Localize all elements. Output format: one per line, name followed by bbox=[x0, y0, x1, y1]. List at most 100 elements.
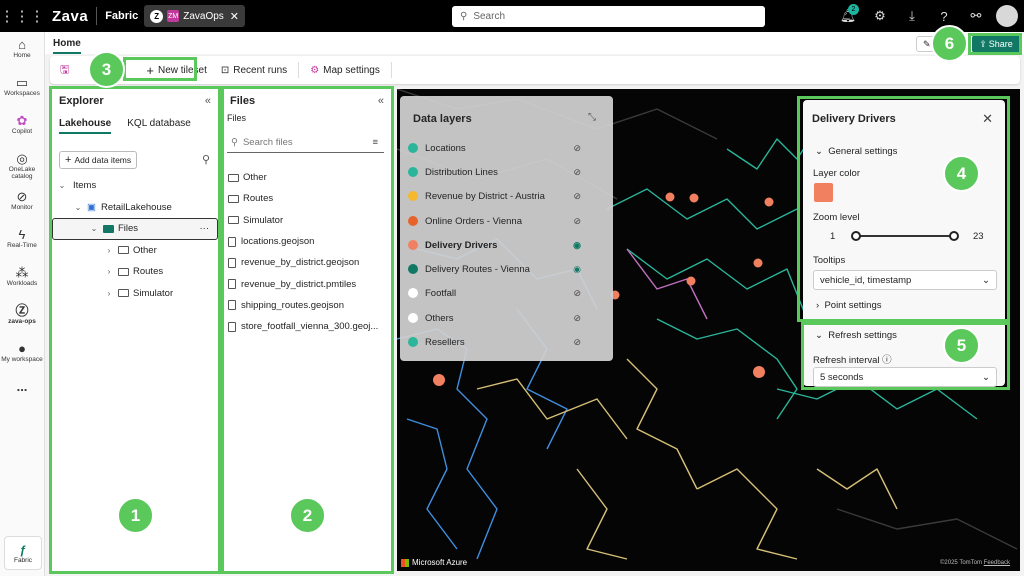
share-button[interactable]: ⇪ Share bbox=[972, 35, 1020, 53]
nav-label: My workspace bbox=[1, 356, 43, 363]
zoom-max-handle[interactable] bbox=[949, 231, 959, 241]
nav-my-workspace[interactable]: ● My workspace bbox=[0, 336, 44, 374]
layer-item-online-orders[interactable]: Online Orders - Vienna ⊘ bbox=[408, 209, 605, 233]
list-item[interactable]: revenue_by_district.pmtiles bbox=[224, 273, 391, 294]
driver-marker[interactable] bbox=[686, 276, 696, 286]
nav-real-time[interactable]: ϟ Real-Time bbox=[0, 222, 44, 260]
layer-item-footfall[interactable]: Footfall ⊘ bbox=[408, 281, 605, 305]
product-name[interactable]: Fabric bbox=[105, 10, 138, 22]
eye-icon[interactable]: ◉ bbox=[573, 240, 581, 251]
search-icon[interactable]: ⚲ bbox=[202, 153, 210, 166]
refresh-interval-dropdown[interactable]: 5 seconds ⌄ bbox=[813, 367, 997, 387]
eye-off-icon[interactable]: ⊘ bbox=[573, 288, 581, 299]
layer-item-distribution-lines[interactable]: Distribution Lines ⊘ bbox=[408, 160, 605, 184]
collapse-icon[interactable]: ⤡ bbox=[588, 112, 596, 123]
tree-folder[interactable]: › Other bbox=[52, 240, 218, 262]
more-options-icon[interactable]: ··· bbox=[200, 223, 210, 234]
tree-items[interactable]: ⌄ Items bbox=[52, 175, 218, 197]
list-item[interactable]: Other bbox=[224, 167, 391, 188]
point-settings-label: Point settings bbox=[824, 300, 882, 311]
list-item[interactable]: revenue_by_district.geojson bbox=[224, 252, 391, 273]
layer-label: Footfall bbox=[425, 287, 457, 299]
zoom-min-handle[interactable] bbox=[851, 231, 861, 241]
eye-icon[interactable]: ◉ bbox=[573, 264, 581, 275]
eye-off-icon[interactable]: ⊘ bbox=[573, 216, 581, 227]
general-settings-toggle[interactable]: ⌄ General settings bbox=[815, 146, 897, 157]
tree-files[interactable]: ⌄ Files ··· bbox=[52, 218, 218, 240]
close-icon[interactable]: ✕ bbox=[230, 10, 239, 23]
close-icon[interactable]: ✕ bbox=[982, 111, 993, 127]
layer-item-resellers[interactable]: Resellers ⊘ bbox=[408, 330, 605, 354]
eye-off-icon[interactable]: ⊘ bbox=[573, 191, 581, 202]
plus-icon: + bbox=[65, 154, 72, 166]
list-item[interactable]: shipping_routes.geojson bbox=[224, 295, 391, 316]
tree-folder[interactable]: › Routes bbox=[52, 261, 218, 283]
share-link-icon[interactable]: ⚯ bbox=[960, 0, 992, 32]
nav-workspaces[interactable]: ▭ Workspaces bbox=[0, 70, 44, 108]
new-tileset-button[interactable]: + New tileset bbox=[141, 59, 212, 81]
layer-item-revenue[interactable]: Revenue by District - Austria ⊘ bbox=[408, 184, 605, 208]
eye-off-icon[interactable]: ⊘ bbox=[573, 337, 581, 348]
save-icon[interactable]: 🖫︎ bbox=[60, 61, 69, 80]
driver-marker[interactable] bbox=[433, 374, 445, 386]
nav-home[interactable]: ⌂ Home bbox=[0, 32, 44, 70]
nav-zava-ops[interactable]: Ⓩzava-ops bbox=[0, 298, 44, 336]
collapse-icon[interactable]: « bbox=[378, 95, 384, 107]
list-item[interactable]: locations.geojson bbox=[224, 231, 391, 252]
fabric-switcher[interactable]: ƒ Fabric bbox=[4, 536, 42, 570]
driver-marker[interactable] bbox=[665, 192, 675, 202]
list-item[interactable]: store_footfall_vienna_300.geoj... bbox=[224, 316, 391, 337]
zoom-slider[interactable] bbox=[859, 235, 957, 237]
feedback-link[interactable]: Feedback bbox=[984, 560, 1010, 566]
tab-kql-database[interactable]: KQL database bbox=[127, 118, 191, 134]
eye-off-icon[interactable]: ⊘ bbox=[573, 143, 581, 154]
nav-copilot[interactable]: ✿ Copilot bbox=[0, 108, 44, 146]
layer-color-swatch[interactable] bbox=[814, 183, 833, 202]
tab-home[interactable]: Home bbox=[53, 38, 81, 54]
tooltips-dropdown[interactable]: vehicle_id, timestamp ⌄ bbox=[813, 270, 997, 290]
breadcrumb[interactable]: Files bbox=[224, 113, 391, 123]
brand-logo[interactable]: Zava bbox=[52, 8, 88, 25]
bell-icon[interactable]: 🔔︎ 2 bbox=[832, 0, 864, 32]
avatar[interactable] bbox=[996, 5, 1018, 27]
app-launcher-icon[interactable]: ⋮⋮⋮ bbox=[0, 0, 45, 32]
fabric-icon: ƒ bbox=[19, 542, 27, 557]
collapse-icon[interactable]: « bbox=[205, 95, 211, 107]
layer-item-delivery-routes[interactable]: Delivery Routes - Vienna ◉ bbox=[408, 257, 605, 281]
driver-marker[interactable] bbox=[753, 258, 763, 268]
recent-runs-button[interactable]: ⊡ Recent runs bbox=[216, 59, 292, 81]
gear-icon[interactable]: ⚙ bbox=[864, 0, 896, 32]
nav-workloads[interactable]: ⁂ Workloads bbox=[0, 260, 44, 298]
explorer-title: Explorer bbox=[59, 95, 104, 107]
files-search-input[interactable]: ⚲ Search files ≡ bbox=[227, 133, 384, 153]
eye-off-icon[interactable]: ⊘ bbox=[573, 313, 581, 324]
tree-lakehouse[interactable]: ⌄ ▣ RetailLakehouse bbox=[52, 197, 218, 219]
nav-monitor[interactable]: ⊘ Monitor bbox=[0, 184, 44, 222]
download-icon[interactable]: ⤓ bbox=[896, 0, 928, 32]
search-input[interactable]: ⚲ Search bbox=[452, 6, 765, 27]
point-settings-toggle[interactable]: › Point settings bbox=[816, 300, 882, 311]
tree-folder[interactable]: › Simulator bbox=[52, 283, 218, 305]
layer-dot bbox=[408, 216, 418, 226]
info-icon[interactable]: ⓘ bbox=[882, 355, 892, 366]
nav-more[interactable]: ... bbox=[0, 374, 44, 412]
layer-item-delivery-drivers[interactable]: Delivery Drivers ◉ bbox=[408, 233, 605, 257]
add-data-items-button[interactable]: + Add data items bbox=[59, 151, 138, 169]
filter-icon[interactable]: ≡ bbox=[372, 137, 378, 148]
layer-item-others[interactable]: Others ⊘ bbox=[408, 306, 605, 330]
layer-dot bbox=[408, 240, 418, 250]
item-label: shipping_routes.geojson bbox=[241, 299, 344, 311]
list-item[interactable]: Simulator bbox=[224, 210, 391, 231]
refresh-settings-toggle[interactable]: ⌄ Refresh settings bbox=[815, 330, 897, 341]
layer-item-locations[interactable]: Locations ⊘ bbox=[408, 136, 605, 160]
lakehouse-icon: ▣ bbox=[87, 201, 96, 213]
eye-off-icon[interactable]: ⊘ bbox=[573, 167, 581, 178]
map-settings-button[interactable]: ⚙ Map settings bbox=[305, 59, 385, 81]
driver-marker[interactable] bbox=[764, 197, 774, 207]
driver-marker[interactable] bbox=[689, 193, 699, 203]
tab-lakehouse[interactable]: Lakehouse bbox=[59, 118, 112, 134]
workspace-pill[interactable]: Z ZM ZavaOps ✕ bbox=[144, 5, 246, 27]
nav-onelake[interactable]: ◎ OneLake catalog bbox=[0, 146, 44, 184]
list-item[interactable]: Routes bbox=[224, 188, 391, 209]
driver-marker[interactable] bbox=[753, 366, 765, 378]
